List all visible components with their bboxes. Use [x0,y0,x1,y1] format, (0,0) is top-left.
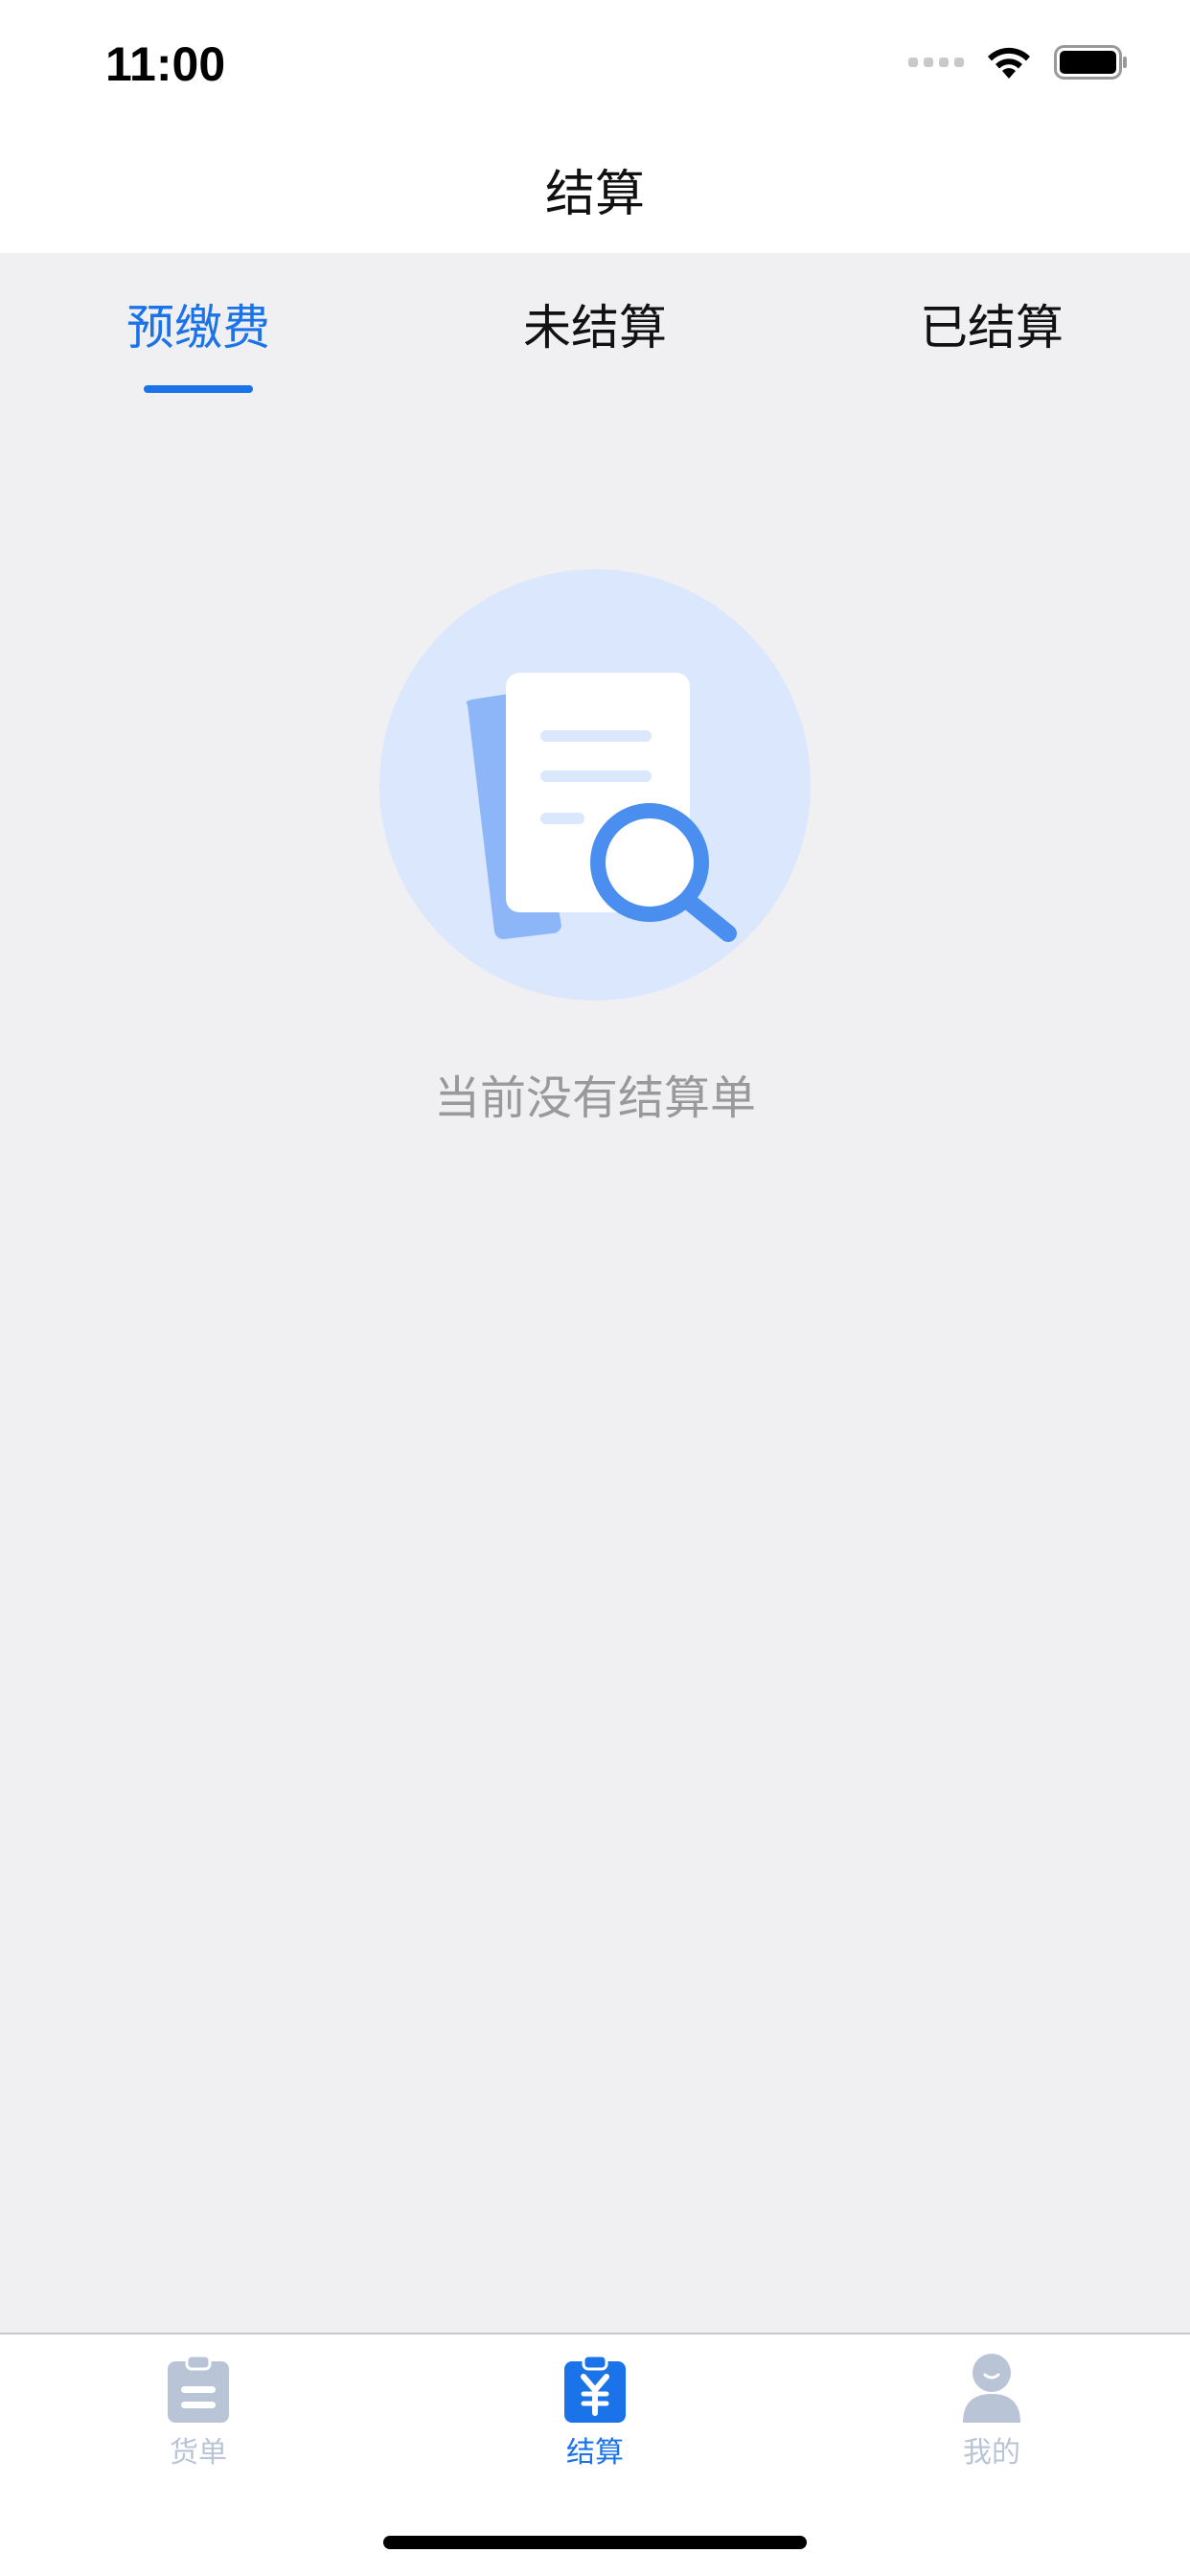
empty-state-message: 当前没有结算单 [433,1071,756,1125]
bottom-nav-label: 我的 [963,2436,1020,2470]
clipboard-list-icon [164,2352,233,2425]
tab-unsettled[interactable]: 未结算 [397,289,793,358]
active-tab-indicator [144,385,253,393]
bottom-nav-label: 结算 [566,2436,624,2470]
status-icons [908,44,1129,80]
bottom-nav-label: 货单 [170,2436,227,2470]
bottom-nav-mine[interactable]: 我的 [793,2352,1190,2471]
battery-icon [1054,45,1129,80]
tab-settled[interactable]: 已结算 [793,289,1190,358]
tab-prepaid[interactable]: 预缴费 [0,289,397,358]
nav-bar: 结算 [0,126,1190,253]
status-time: 11:00 [105,37,226,91]
wifi-icon [985,44,1033,80]
bottom-nav-orders[interactable]: 货单 [0,2352,397,2471]
user-icon [957,2352,1026,2425]
bottom-nav-settlement[interactable]: 结算 [397,2352,793,2471]
settlement-tabs: 预缴费 未结算 已结算 [0,253,1190,397]
cellular-signal-icon [908,58,964,67]
settlement-screen: 11:00 结算 预缴费 未结算 已结算 当前没有结算单 货单 结算 我的 [0,0,1190,2576]
status-bar: 11:00 [0,0,1190,126]
clipboard-yen-icon [561,2352,629,2425]
page-title: 结算 [544,166,645,223]
document-search-icon [379,569,811,1000]
home-indicator[interactable] [383,2536,807,2549]
